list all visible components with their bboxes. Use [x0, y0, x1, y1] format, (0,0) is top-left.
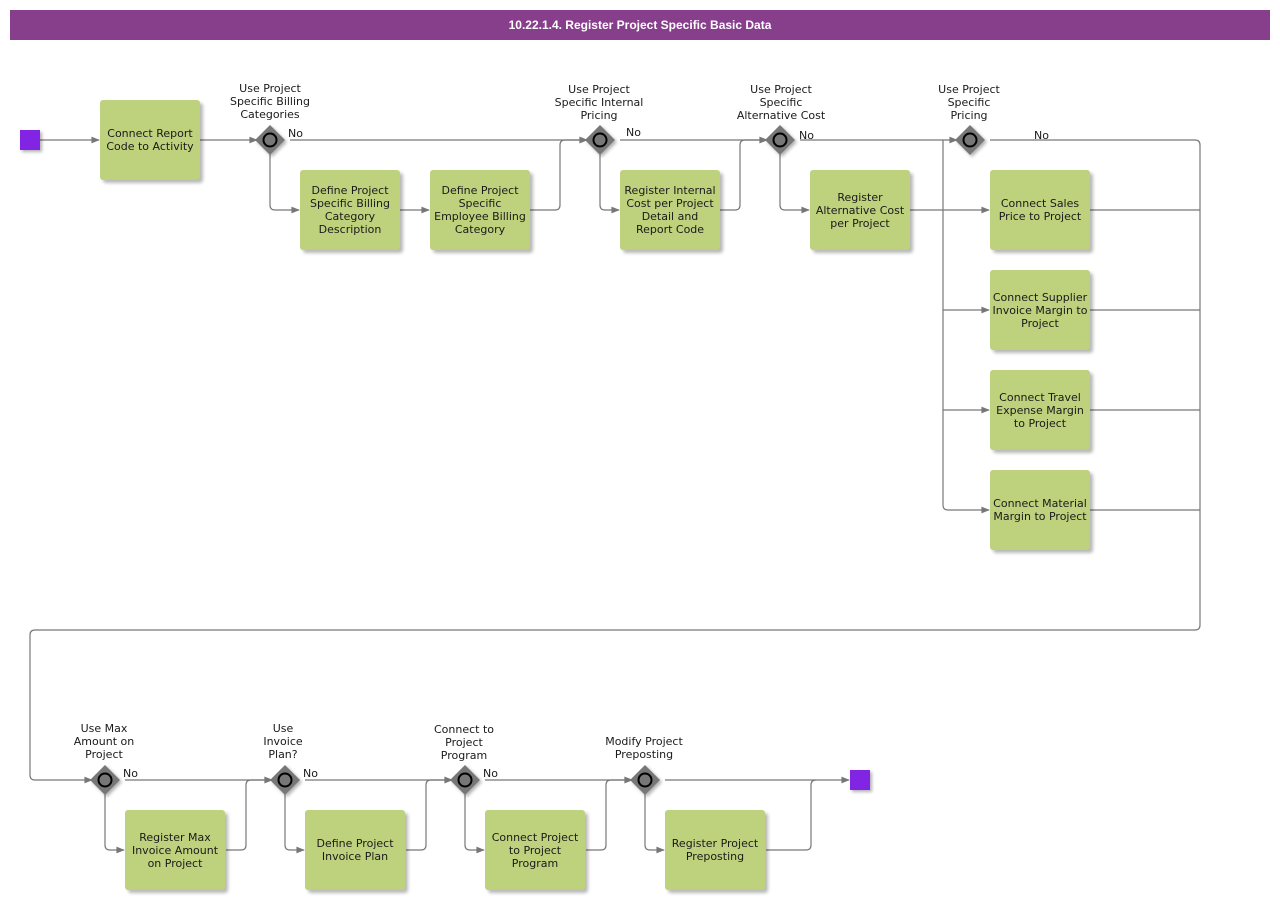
gateway-alternative-cost[interactable]: [760, 120, 800, 160]
sequence-flow: [766, 779, 817, 851]
gateway-diamond-icon: [90, 765, 120, 795]
gateway-label: Use Project Specific Alternative Cost: [736, 83, 826, 122]
no-branch-label: No: [303, 767, 318, 780]
gateway-label: Use Project Specific Billing Categories: [229, 82, 311, 121]
no-branch-label: No: [799, 129, 814, 142]
task-connect-sales-price[interactable]: Connect Sales Price to Project: [990, 170, 1090, 250]
gateway-diamond-icon: [585, 125, 615, 155]
sequence-flow: [942, 140, 990, 514]
gateway-diamond-icon: [255, 125, 285, 155]
sequence-flow: [530, 136, 588, 211]
no-branch-label: No: [1034, 129, 1049, 142]
task-define-billing-category-description[interactable]: Define Project Specific Billing Category…: [300, 170, 400, 250]
task-register-max-invoice-amount[interactable]: Register Max Invoice Amount on Project: [125, 810, 225, 890]
no-branch-label: No: [483, 767, 498, 780]
gateway-specific-pricing[interactable]: [950, 120, 990, 160]
task-define-invoice-plan[interactable]: Define Project Invoice Plan: [305, 810, 405, 890]
gateway-diamond-icon: [270, 765, 300, 795]
gateway-diamond-icon: [955, 125, 985, 155]
gateway-invoice-plan[interactable]: [265, 760, 305, 800]
end-event[interactable]: [850, 770, 870, 790]
no-branch-label: No: [626, 126, 641, 139]
gateway-label: Use Project Specific Internal Pricing: [554, 83, 644, 122]
gateway-internal-pricing[interactable]: [580, 120, 620, 160]
task-connect-travel-expense-margin[interactable]: Connect Travel Expense Margin to Project: [990, 370, 1090, 450]
task-connect-supplier-invoice-margin[interactable]: Connect Supplier Invoice Margin to Proje…: [990, 270, 1090, 350]
gateway-label: Modify Project Preposting: [605, 735, 683, 761]
task-connect-material-margin[interactable]: Connect Material Margin to Project: [990, 470, 1090, 550]
gateway-diamond-icon: [630, 765, 660, 795]
gateway-billing-categories[interactable]: [250, 120, 290, 160]
task-define-employee-billing-category[interactable]: Define Project Specific Employee Billing…: [430, 170, 530, 250]
gateway-label: Use Max Amount on Project: [73, 722, 135, 761]
task-register-project-preposting[interactable]: Register Project Preposting: [665, 810, 765, 890]
gateway-label: Use Invoice Plan?: [263, 722, 303, 761]
gateway-label: Connect to Project Program: [433, 723, 495, 762]
gateway-diamond-icon: [765, 125, 795, 155]
task-connect-project-program[interactable]: Connect Project to Project Program: [485, 810, 585, 890]
gateway-max-amount[interactable]: [85, 760, 125, 800]
task-register-internal-cost[interactable]: Register Internal Cost per Project Detai…: [620, 170, 720, 250]
no-branch-label: No: [123, 767, 138, 780]
gateway-label: Use Project Specific Pricing: [938, 83, 1000, 122]
gateway-project-program[interactable]: [445, 760, 485, 800]
task-register-alternative-cost[interactable]: Register Alternative Cost per Project: [810, 170, 910, 250]
gateway-modify-preposting[interactable]: [625, 760, 665, 800]
gateway-diamond-icon: [450, 765, 480, 795]
start-event[interactable]: [20, 130, 40, 150]
task-connect-report-code[interactable]: Connect Report Code to Activity: [100, 100, 200, 180]
no-branch-label: No: [288, 127, 303, 140]
